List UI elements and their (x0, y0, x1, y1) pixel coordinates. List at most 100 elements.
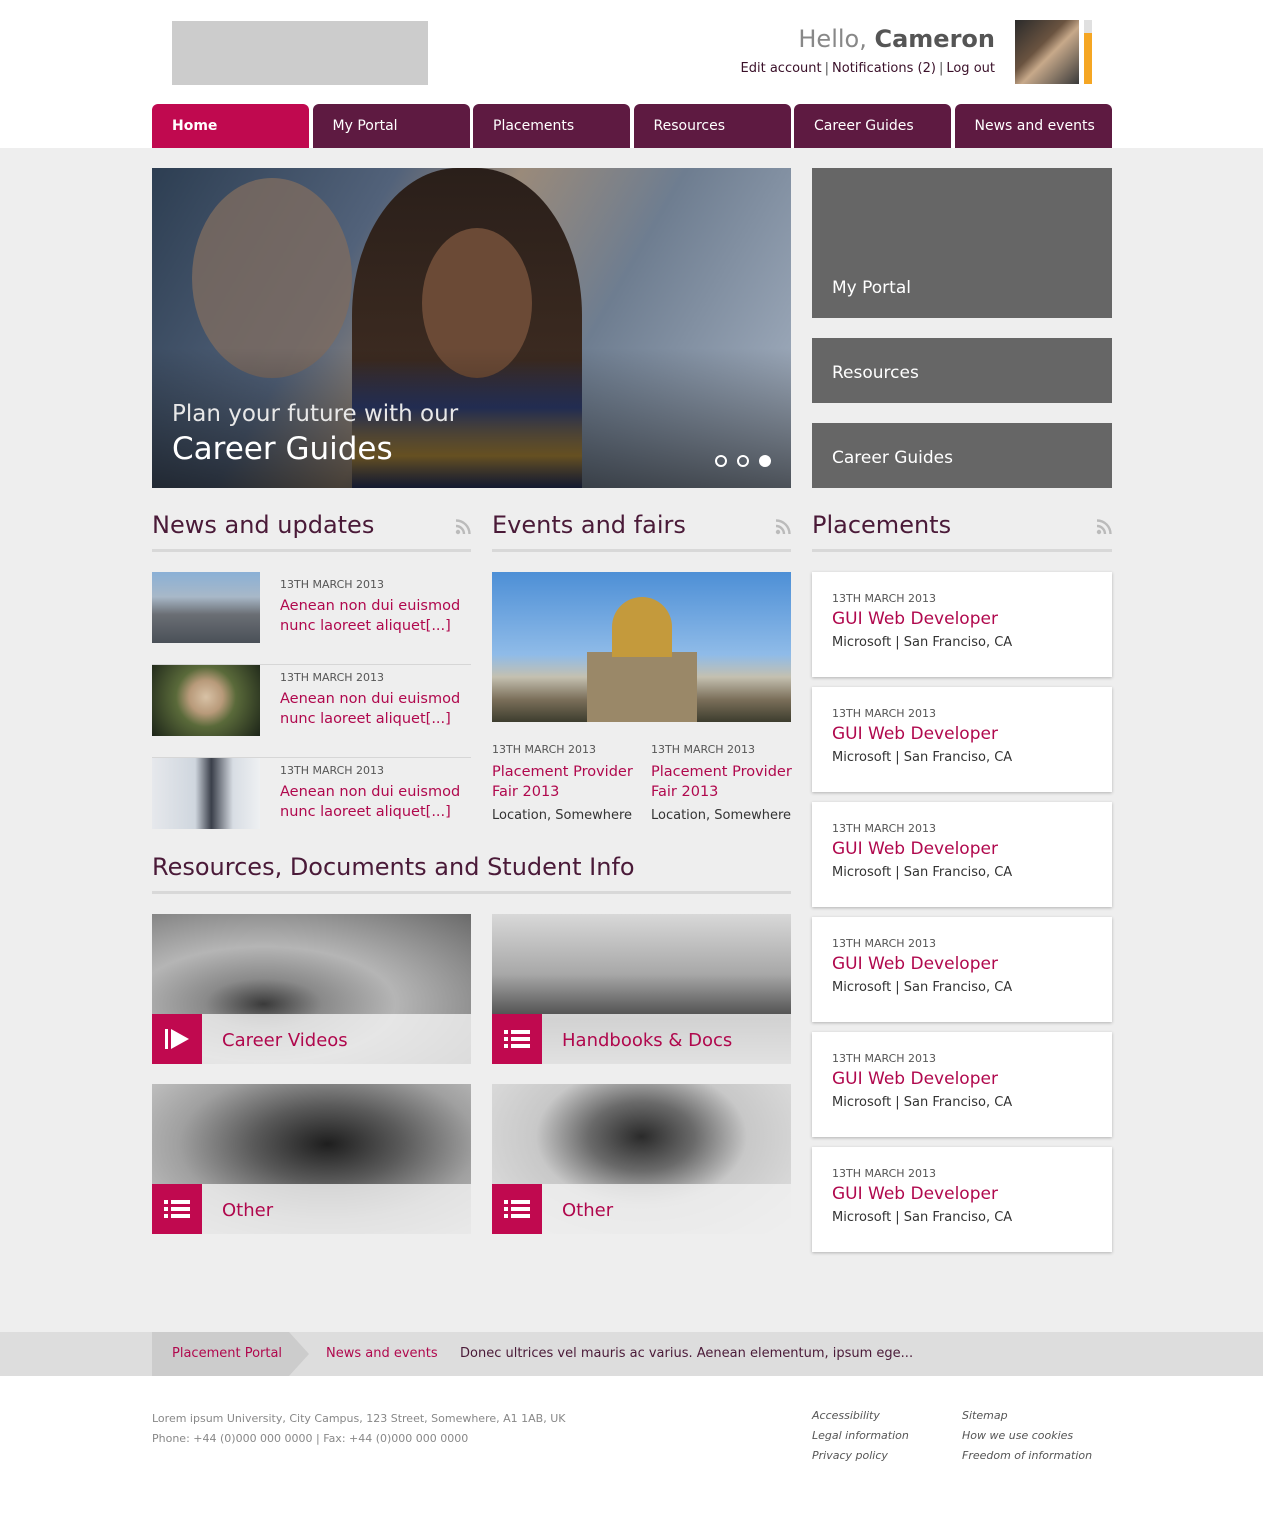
nav-tab-home[interactable]: Home (152, 104, 309, 148)
news-title[interactable]: Aenean non dui euismod nunc laoreet aliq… (280, 596, 470, 636)
placement-date: 13TH MARCH 2013 (832, 592, 937, 605)
event-image-building (587, 652, 697, 722)
avatar[interactable] (1015, 20, 1079, 84)
tile-career-guides[interactable]: Career Guides (812, 423, 1112, 488)
resource-tile-other[interactable]: Other (492, 1084, 791, 1234)
edit-account-link[interactable]: Edit account (741, 61, 822, 76)
placement-title[interactable]: GUI Web Developer (832, 839, 1092, 859)
resource-label: Handbooks & Docs (562, 1030, 733, 1051)
placement-title[interactable]: GUI Web Developer (832, 724, 1092, 744)
nav-tab-resources[interactable]: Resources (633, 104, 791, 148)
event-item[interactable]: 13TH MARCH 2013 Placement Provider Fair … (651, 743, 801, 823)
footer-link-cookies[interactable]: How we use cookies (962, 1429, 1073, 1442)
placement-card[interactable]: 13TH MARCH 2013 GUI Web Developer Micros… (812, 1147, 1112, 1252)
news-thumbnail (152, 572, 260, 643)
hero-subtitle: Plan your future with our (172, 401, 459, 427)
tile-my-portal[interactable]: My Portal (812, 168, 1112, 318)
tile-label: Resources (832, 363, 919, 383)
news-ticker[interactable]: Donec ultrices vel mauris ac varius. Aen… (460, 1346, 913, 1361)
nav-tab-placements[interactable]: Placements (473, 104, 630, 148)
breadcrumb-placement-portal[interactable]: Placement Portal (172, 1346, 282, 1361)
event-title[interactable]: Placement Provider Fair 2013 (651, 762, 801, 802)
account-links: Edit account | Notifications (2) | Log out (741, 61, 995, 76)
site-logo[interactable] (172, 21, 428, 85)
greeting-prefix: Hello, (798, 25, 867, 53)
hero-slider[interactable]: Plan your future with our Career Guides (152, 168, 791, 488)
placement-date: 13TH MARCH 2013 (832, 937, 937, 950)
placement-company: Microsoft | San Franciso, CA (832, 635, 1013, 650)
resource-label: Career Videos (222, 1030, 348, 1051)
placement-card[interactable]: 13TH MARCH 2013 GUI Web Developer Micros… (812, 1032, 1112, 1137)
resource-label: Other (562, 1200, 614, 1221)
event-image[interactable] (492, 572, 791, 722)
placement-card[interactable]: 13TH MARCH 2013 GUI Web Developer Micros… (812, 802, 1112, 907)
footer-link-privacy[interactable]: Privacy policy (812, 1449, 888, 1462)
tile-resources[interactable]: Resources (812, 338, 1112, 403)
events-section-title: Events and fairs (492, 511, 686, 539)
list-icon (492, 1014, 542, 1064)
slider-dot-1[interactable] (715, 455, 727, 467)
notification-level-fill (1084, 32, 1092, 84)
placement-title[interactable]: GUI Web Developer (832, 1069, 1092, 1089)
list-icon (492, 1184, 542, 1234)
breadcrumb-arrow (289, 1332, 309, 1376)
rss-icon[interactable] (775, 519, 791, 535)
placement-company: Microsoft | San Franciso, CA (832, 1095, 1013, 1110)
event-title[interactable]: Placement Provider Fair 2013 (492, 762, 642, 802)
event-image-dome (612, 597, 672, 657)
placement-card[interactable]: 13TH MARCH 2013 GUI Web Developer Micros… (812, 687, 1112, 792)
main-nav: Home My Portal Placements Resources Care… (152, 104, 1112, 148)
greeting: Hello, Cameron (798, 25, 995, 53)
footer-link-accessibility[interactable]: Accessibility (812, 1409, 880, 1422)
slider-dot-2[interactable] (737, 455, 749, 467)
site-header: Hello, Cameron Edit account | Notification… (0, 0, 1263, 148)
news-title[interactable]: Aenean non dui euismod nunc laoreet aliq… (280, 689, 470, 729)
notifications-link[interactable]: Notifications (2) (832, 61, 936, 76)
main-content: Plan your future with our Career Guides … (0, 148, 1263, 1332)
news-date: 13TH MARCH 2013 (280, 671, 385, 684)
placement-card[interactable]: 13TH MARCH 2013 GUI Web Developer Micros… (812, 572, 1112, 677)
tile-label: Career Guides (832, 448, 953, 468)
resource-tile-handbooks[interactable]: Handbooks & Docs (492, 914, 791, 1064)
news-item[interactable]: 13TH MARCH 2013 Aenean non dui euismod n… (152, 665, 471, 758)
resource-tile-other[interactable]: Other (152, 1084, 471, 1234)
nav-tab-news-and-events[interactable]: News and events (954, 104, 1112, 148)
footer-link-foi[interactable]: Freedom of information (962, 1449, 1092, 1462)
news-thumbnail (152, 665, 260, 736)
logout-link[interactable]: Log out (946, 61, 995, 76)
news-date: 13TH MARCH 2013 (280, 764, 385, 777)
breadcrumb-news-and-events[interactable]: News and events (326, 1346, 438, 1361)
nav-tab-my-portal[interactable]: My Portal (312, 104, 470, 148)
event-item[interactable]: 13TH MARCH 2013 Placement Provider Fair … (492, 743, 642, 823)
placement-date: 13TH MARCH 2013 (832, 822, 937, 835)
placements-section-title: Placements (812, 511, 952, 539)
news-title[interactable]: Aenean non dui euismod nunc laoreet aliq… (280, 782, 470, 822)
news-item[interactable]: 13TH MARCH 2013 Aenean non dui euismod n… (152, 572, 471, 665)
section-divider (812, 549, 1112, 552)
slider-dot-3[interactable] (759, 455, 771, 467)
placement-card[interactable]: 13TH MARCH 2013 GUI Web Developer Micros… (812, 917, 1112, 1022)
footer-link-sitemap[interactable]: Sitemap (962, 1409, 1008, 1422)
placement-date: 13TH MARCH 2013 (832, 707, 937, 720)
footer-link-legal[interactable]: Legal information (812, 1429, 909, 1442)
rss-icon[interactable] (1096, 519, 1112, 535)
placement-company: Microsoft | San Franciso, CA (832, 865, 1013, 880)
resource-tile-career-videos[interactable]: Career Videos (152, 914, 471, 1064)
tile-label: My Portal (832, 278, 911, 298)
slider-dots (715, 455, 771, 467)
news-item[interactable]: 13TH MARCH 2013 Aenean non dui euismod n… (152, 758, 471, 851)
breadcrumb: Placement Portal News and events Donec u… (0, 1332, 1263, 1376)
placement-company: Microsoft | San Franciso, CA (832, 750, 1013, 765)
placement-title[interactable]: GUI Web Developer (832, 954, 1092, 974)
user-name: Cameron (874, 25, 995, 53)
section-divider (152, 549, 471, 552)
placement-title[interactable]: GUI Web Developer (832, 1184, 1092, 1204)
rss-icon[interactable] (455, 519, 471, 535)
hero-title[interactable]: Career Guides (172, 431, 393, 467)
news-thumbnail (152, 758, 260, 829)
placement-title[interactable]: GUI Web Developer (832, 609, 1092, 629)
footer-address-line: Lorem ipsum University, City Campus, 123… (152, 1412, 566, 1425)
nav-tab-career-guides[interactable]: Career Guides (794, 104, 951, 148)
resource-label: Other (222, 1200, 274, 1221)
event-location: Location, Somewhere (492, 808, 633, 823)
